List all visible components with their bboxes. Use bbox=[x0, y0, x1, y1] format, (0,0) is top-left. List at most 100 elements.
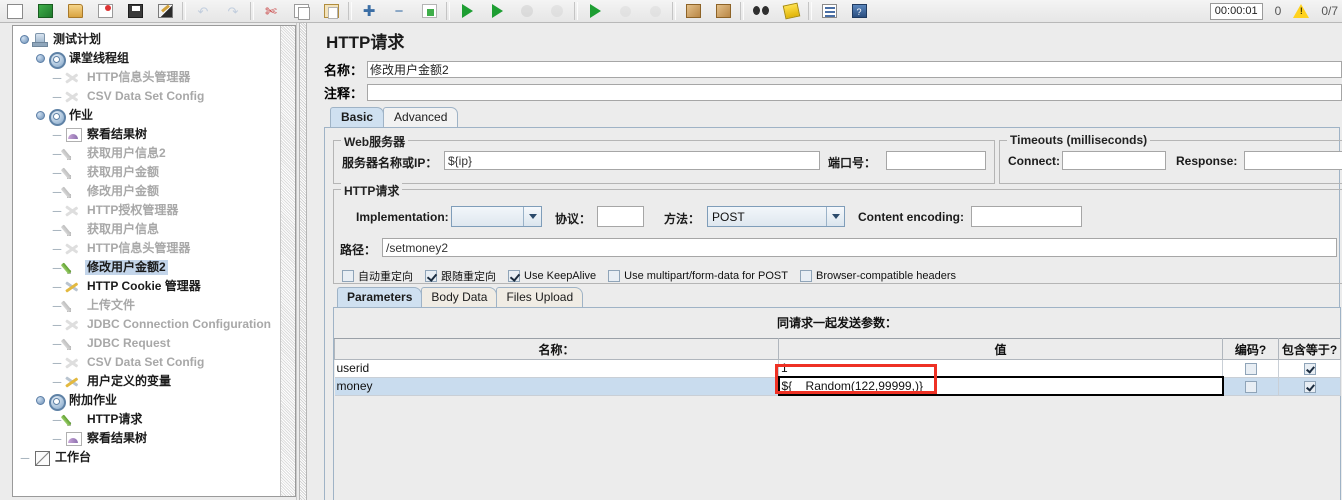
tree-node[interactable]: ─ HTTP信息头管理器 bbox=[13, 239, 281, 258]
checkbox-box[interactable] bbox=[608, 270, 621, 282]
method-combo[interactable]: POST bbox=[707, 206, 845, 227]
chevron-down-icon[interactable] bbox=[523, 207, 541, 226]
cut-icon[interactable]: ✄ bbox=[256, 0, 286, 23]
tree-node[interactable]: ─ HTTP信息头管理器 bbox=[13, 68, 281, 87]
test-plan-tree[interactable]: 测试计划 课堂线程组 ─ HTTP信息头管理器 ─ CSV Data Set Config… bbox=[12, 25, 296, 497]
warning-triangle-icon[interactable] bbox=[1293, 4, 1310, 18]
function-helper-icon[interactable] bbox=[814, 0, 844, 23]
save-as-icon[interactable] bbox=[150, 0, 180, 23]
cell-param-name[interactable]: money bbox=[334, 377, 779, 396]
tree-node[interactable]: ─ JDBC Connection Configuration bbox=[13, 315, 281, 334]
checkbox-box[interactable] bbox=[342, 270, 354, 282]
tree-node[interactable]: ─ HTTP授权管理器 bbox=[13, 201, 281, 220]
tree-node[interactable]: ─ 察看结果树 bbox=[13, 125, 281, 144]
save-icon[interactable] bbox=[120, 0, 150, 23]
tree-node[interactable]: ─ 工作台 bbox=[13, 448, 281, 467]
table-row[interactable]: userid 1 bbox=[334, 359, 1341, 378]
search-icon[interactable] bbox=[746, 0, 776, 23]
pane-splitter[interactable] bbox=[296, 23, 307, 500]
help-icon[interactable]: ? bbox=[844, 0, 874, 23]
remote-start-all-icon[interactable] bbox=[580, 0, 610, 23]
tab-parameters[interactable]: Parameters bbox=[337, 287, 423, 308]
column-header-name[interactable]: 名称： bbox=[334, 338, 779, 360]
clear-icon[interactable] bbox=[678, 0, 708, 23]
checkbox-box[interactable] bbox=[508, 270, 520, 282]
copy-icon[interactable] bbox=[286, 0, 316, 23]
tree-node[interactable]: ─ 修改用户金额2 bbox=[13, 258, 281, 277]
chevron-down-icon[interactable] bbox=[826, 207, 844, 226]
cell-encode[interactable] bbox=[1222, 359, 1279, 378]
cell-param-name[interactable]: userid bbox=[334, 359, 779, 378]
clear-all-icon[interactable] bbox=[708, 0, 738, 23]
encode-checkbox[interactable] bbox=[1244, 363, 1257, 376]
close-icon[interactable] bbox=[90, 0, 120, 23]
tree-node[interactable]: ─ 上传文件 bbox=[13, 296, 281, 315]
response-input[interactable] bbox=[1244, 151, 1342, 170]
cell-param-value[interactable]: ${__Random(122,99999,)} bbox=[777, 376, 1224, 396]
include-equals-checkbox[interactable] bbox=[1303, 363, 1316, 376]
option-checkbox[interactable]: Browser-compatible headers bbox=[799, 270, 956, 282]
tree-node[interactable]: ─ JDBC Request bbox=[13, 334, 281, 353]
tab-advanced[interactable]: Advanced bbox=[383, 107, 459, 127]
tree-expand-toggle[interactable] bbox=[33, 110, 47, 122]
tree-node[interactable]: ─ 获取用户信息2 bbox=[13, 144, 281, 163]
implementation-combo[interactable] bbox=[451, 206, 542, 227]
tree-node[interactable]: 测试计划 bbox=[13, 30, 281, 49]
start-no-pause-icon[interactable] bbox=[482, 0, 512, 23]
column-header-encode[interactable]: 编码? bbox=[1222, 338, 1279, 360]
tree-expand-toggle[interactable] bbox=[17, 34, 31, 46]
cell-encode[interactable] bbox=[1222, 377, 1279, 396]
column-header-value[interactable]: 值 bbox=[778, 338, 1223, 360]
option-checkbox[interactable]: Use KeepAlive bbox=[508, 270, 596, 282]
cell-include-equals[interactable] bbox=[1278, 359, 1341, 378]
tree-node[interactable]: ─ HTTP请求 bbox=[13, 410, 281, 429]
column-header-include-equals[interactable]: 包含等于? bbox=[1278, 338, 1341, 360]
collapse-all-icon[interactable]: − bbox=[384, 0, 414, 23]
protocol-input[interactable] bbox=[597, 206, 644, 227]
tab-body-data[interactable]: Body Data bbox=[421, 287, 498, 308]
tree-node[interactable]: ─ 修改用户金额 bbox=[13, 182, 281, 201]
tree-node[interactable]: 课堂线程组 bbox=[13, 49, 281, 69]
tree-node[interactable]: ─ CSV Data Set Config bbox=[13, 353, 281, 372]
port-input[interactable] bbox=[886, 151, 986, 170]
paste-icon[interactable] bbox=[316, 0, 346, 23]
path-input[interactable]: /setmoney2 bbox=[382, 238, 1337, 257]
option-checkbox[interactable]: Use multipart/form-data for POST bbox=[608, 270, 788, 282]
tree-node[interactable]: 附加作业 bbox=[13, 391, 281, 411]
tree-node[interactable]: ─ 察看结果树 bbox=[13, 429, 281, 448]
reset-search-icon[interactable] bbox=[776, 0, 806, 23]
tree-node[interactable]: ─ HTTP Cookie 管理器 bbox=[13, 277, 281, 296]
table-row[interactable]: money ${__Random(122,99999,)} bbox=[334, 376, 1341, 396]
tree-node[interactable]: 作业 bbox=[13, 106, 281, 126]
tree-node[interactable]: ─ 获取用户信息 bbox=[13, 220, 281, 239]
tree-node[interactable]: ─ 用户定义的变量 bbox=[13, 372, 281, 391]
comment-input[interactable] bbox=[367, 84, 1342, 101]
expand-all-icon[interactable]: ✚ bbox=[354, 0, 384, 23]
open-icon[interactable] bbox=[60, 0, 90, 23]
tab-basic[interactable]: Basic bbox=[330, 107, 385, 127]
templates-icon[interactable] bbox=[30, 0, 60, 23]
tree-scrollbar[interactable] bbox=[280, 26, 295, 496]
splitter-grip[interactable] bbox=[299, 23, 307, 500]
tree-node[interactable]: ─ CSV Data Set Config bbox=[13, 87, 281, 106]
option-checkbox[interactable]: 自动重定向 bbox=[342, 268, 413, 284]
connect-input[interactable] bbox=[1062, 151, 1166, 170]
toggle-icon[interactable] bbox=[414, 0, 444, 23]
checkbox-box[interactable] bbox=[799, 270, 812, 282]
start-icon[interactable] bbox=[452, 0, 482, 23]
server-input[interactable]: ${ip} bbox=[444, 151, 820, 170]
include-equals-checkbox[interactable] bbox=[1303, 380, 1316, 393]
tree-expand-toggle[interactable] bbox=[33, 395, 47, 407]
option-checkbox[interactable]: 跟随重定向 bbox=[425, 268, 496, 284]
checkbox-box[interactable] bbox=[425, 270, 437, 282]
tree-expand-toggle[interactable] bbox=[33, 53, 47, 65]
tab-files-upload[interactable]: Files Upload bbox=[496, 287, 584, 308]
new-icon[interactable] bbox=[0, 0, 30, 23]
parameters-table[interactable]: 名称： 值 编码? 包含等于? userid 1 money ${__Random(1… bbox=[334, 338, 1341, 396]
cell-include-equals[interactable] bbox=[1278, 377, 1341, 396]
encode-checkbox[interactable] bbox=[1244, 380, 1257, 393]
name-input[interactable]: 修改用户金额2 bbox=[367, 61, 1342, 78]
cell-param-value[interactable]: 1 bbox=[778, 359, 1223, 378]
tree-node[interactable]: ─ 获取用户金额 bbox=[13, 163, 281, 182]
content-encoding-input[interactable] bbox=[971, 206, 1082, 227]
